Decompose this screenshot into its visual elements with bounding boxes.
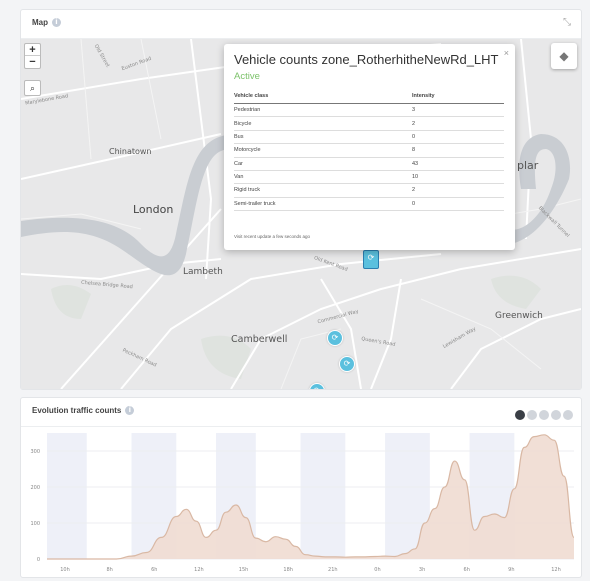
chart-card-header: Evolution traffic counts i [21,398,581,427]
map-card: Map i ⤡ + − ⌕ ◆ Chinatown London Lambeth… [20,9,582,390]
place-camberwell: Camberwell [231,334,288,345]
x-tick-label: 6h [151,567,157,573]
map-title-text: Map [32,18,48,27]
header-vehicle-class: Vehicle class [234,90,412,104]
x-tick-label: 6h [464,567,470,573]
chart-toolbar [513,406,573,424]
y-tick-label: 300 [30,449,40,455]
table-row: Semi-trailer truck 0 [234,197,504,212]
zoom-icon[interactable] [527,409,537,420]
y-tick-label: 100 [30,521,40,527]
vehicle-class: Rigid truck [234,183,412,198]
x-tick-label: 18h [283,567,293,573]
night-band [300,433,346,559]
table-row: Pedestrian 3 [234,103,504,118]
intensity: 2 [412,183,504,198]
sensor-icon: ⟳ [367,253,375,262]
vehicle-counts-table: Vehicle class Intensity Pedestrian 3 Bicy… [234,90,504,212]
y-tick-label: 200 [30,485,40,491]
place-london: London [133,203,174,216]
sensor-marker[interactable]: ⟳ [327,330,343,346]
intensity: 2 [412,116,504,131]
place-poplar: plar [517,159,539,172]
popup-status: Active [234,71,260,82]
table-row: Van 10 [234,170,504,185]
place-greenwich: Greenwich [495,311,543,321]
menu-icon[interactable] [563,409,573,420]
map-area[interactable]: + − ⌕ ◆ Chinatown London Lambeth Camberw… [21,39,581,389]
expand-icon[interactable]: ⤡ [563,17,571,28]
zoom-control: + − [24,43,41,69]
sensor-icon: ⟳ [343,359,351,368]
info-icon[interactable]: i [125,406,135,416]
chart-title-text: Evolution traffic counts [32,406,122,415]
x-tick-label: 10h [60,567,70,573]
download-icon[interactable] [515,409,525,420]
x-tick-label: 9h [508,567,514,573]
night-band [47,433,87,559]
table-row: Bicycle 2 [234,116,504,131]
vehicle-counts-popup: Vehicle counts zone_RotherhitheNewRd_LHT… [224,44,515,250]
sensor-icon: ⟳ [310,384,324,389]
layers-icon[interactable]: ◆ [551,43,577,69]
x-tick-label: 21h [328,567,338,573]
place-lambeth: Lambeth [183,267,223,277]
zoom-out-button[interactable]: − [25,56,40,68]
intensity: 0 [412,197,504,212]
sensor-marker[interactable]: ⟳ [309,383,325,389]
x-tick-label: 0h [374,567,380,573]
intensity: 10 [412,170,504,185]
table-row: Rigid truck 2 [234,183,504,198]
x-tick-label: 3h [419,567,425,573]
chart-card: Evolution traffic counts i 0 100 200 300 10h 8… [20,397,582,578]
intensity: 43 [412,157,504,171]
map-card-header: Map i ⤡ [21,10,581,39]
map-title: Map i [32,18,61,28]
vehicle-class: Van [234,170,412,185]
pan-icon[interactable] [539,409,549,420]
traffic-chart[interactable]: 0 100 200 300 10h 8h 6h 12h 15h 18h 21h 0h 3h 6h 9h 12h [21,427,581,577]
vehicle-class: Bicycle [234,116,412,131]
header-intensity: Intensity [412,90,504,104]
vehicle-class: Pedestrian [234,103,412,118]
info-icon[interactable]: i [52,18,61,28]
x-tick-label: 12h [551,567,561,573]
x-tick-label: 8h [106,567,112,573]
vehicle-class: Motorcycle [234,143,412,158]
chart-title: Evolution traffic counts i [32,406,135,416]
vehicle-class: Semi-trailer truck [234,197,412,212]
close-icon[interactable]: × [504,48,509,58]
x-tick-label: 15h [239,567,249,573]
sensor-marker-selected[interactable]: ⟳ [363,250,379,269]
place-chinatown: Chinatown [109,147,152,156]
table-row: Car 43 [234,157,504,171]
intensity: 0 [412,130,504,145]
popup-title: Vehicle counts zone_RotherhitheNewRd_LHT [234,52,499,67]
map-search-icon[interactable]: ⌕ [24,80,41,96]
x-tick-label: 12h [194,567,204,573]
intensity: 3 [412,103,504,118]
zoom-in-button[interactable]: + [25,44,40,56]
y-tick-label: 0 [37,557,40,563]
table-row: Bus 0 [234,130,504,145]
sensor-icon: ⟳ [331,333,339,342]
home-icon[interactable] [551,409,561,420]
intensity: 8 [412,143,504,158]
sensor-marker[interactable]: ⟳ [339,356,355,372]
popup-footer: Visit recent update a few seconds ago [234,234,310,239]
vehicle-class: Car [234,157,412,171]
table-header-row: Vehicle class Intensity [234,90,504,104]
table-row: Motorcycle 8 [234,143,504,158]
vehicle-class: Bus [234,130,412,145]
